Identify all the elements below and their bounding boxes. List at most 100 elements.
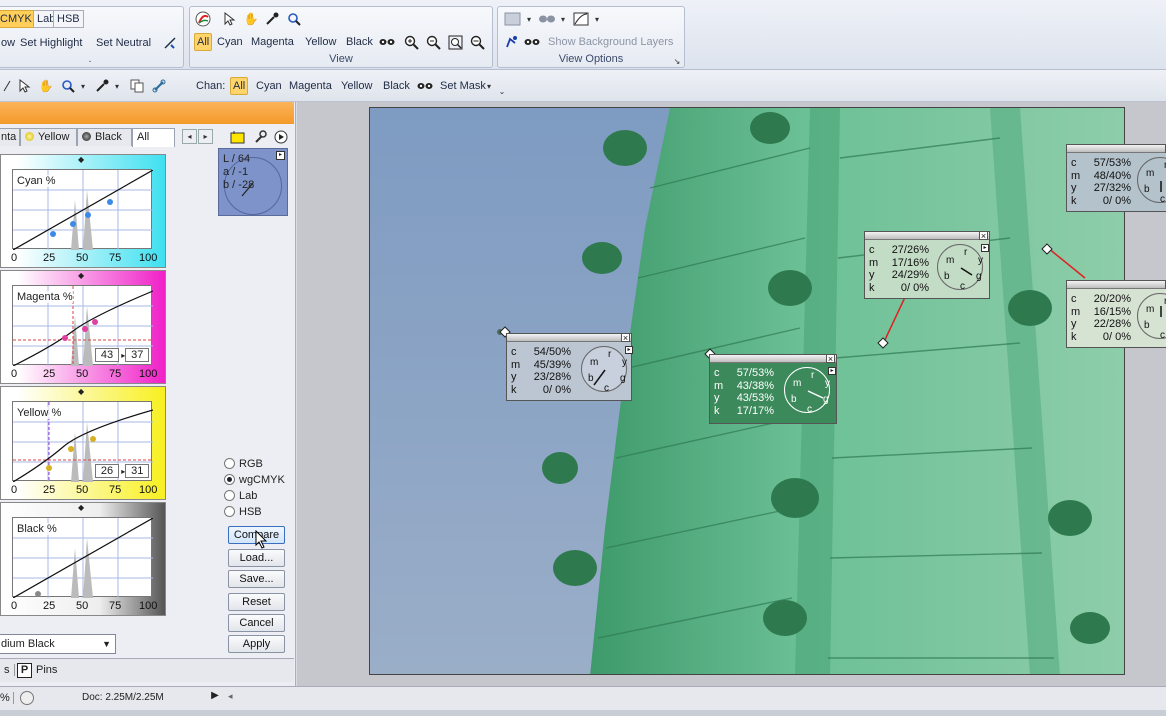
curve-point[interactable] (70, 221, 76, 227)
chan-all[interactable]: All (230, 77, 249, 95)
curve-point[interactable] (90, 436, 96, 442)
curve-input-output[interactable]: 26 ▸ 31 (95, 464, 150, 478)
mask-icon[interactable] (416, 77, 434, 95)
document-status-icon[interactable] (20, 691, 34, 705)
chevron-down-icon[interactable]: ▾ (558, 10, 568, 28)
save-button[interactable]: Save... (228, 570, 285, 588)
dialog-launcher-icon[interactable]: ↘ (672, 56, 682, 66)
readout-title-bar[interactable] (507, 334, 631, 342)
curve-point[interactable] (92, 319, 98, 325)
curve-point[interactable] (62, 335, 68, 341)
link-icon[interactable] (150, 77, 168, 95)
scroll-left-icon[interactable]: ◂ (228, 691, 233, 702)
zoom-actual-icon[interactable] (468, 33, 486, 51)
curve-graph[interactable]: Yellow % 26 ▸ 31 (12, 401, 153, 482)
zoom-fit-icon[interactable] (446, 33, 464, 51)
readout-title-bar[interactable] (1067, 145, 1166, 153)
lab-menu-icon[interactable]: ▸ (276, 151, 285, 160)
curve-graph[interactable]: Magenta % 43 ▸ 37 (12, 285, 153, 366)
view-channel-yellow[interactable]: Yellow (305, 33, 336, 51)
mask-icon[interactable] (523, 33, 541, 51)
sample-pin[interactable] (1041, 243, 1053, 255)
color-readout[interactable]: × c 54/50% m 45/39% y 23/28% k 0/ 0% m r y b c g ▸ (506, 333, 633, 401)
reset-button[interactable]: Reset (228, 593, 285, 611)
color-readout[interactable]: ×c57/53%m48/40%y27/32%k0/ 0%mrybcg▸ (1066, 144, 1166, 212)
curve-point[interactable] (46, 465, 52, 471)
curve-input-value[interactable]: 26 (95, 464, 119, 478)
curve-point[interactable] (50, 231, 56, 237)
close-icon[interactable]: × (826, 354, 835, 364)
chevron-down-icon[interactable]: ▾ (484, 77, 494, 95)
color-readout[interactable]: ×c20/20%m16/15%y22/28%k0/ 0%mrybcg▸ (1066, 280, 1166, 348)
curve-collapse-icon[interactable]: ◆ (78, 504, 84, 512)
readout-menu-icon[interactable]: ▸ (625, 346, 633, 354)
curve-graph[interactable]: Cyan % (12, 169, 153, 250)
pointer-icon[interactable] (502, 33, 520, 51)
tab-scroll-left-icon[interactable]: ◂ (182, 129, 197, 144)
view-channel-black[interactable]: Black (346, 33, 373, 51)
chevron-down-icon[interactable]: ▾ (524, 10, 534, 28)
tab-scroll-right-icon[interactable]: ▸ (198, 129, 213, 144)
cancel-button[interactable]: Cancel (228, 614, 285, 632)
curve-point[interactable] (82, 326, 88, 332)
curve-point[interactable] (35, 591, 41, 597)
set-shadow-button[interactable]: ow (1, 34, 15, 52)
toolbar-overflow-icon[interactable]: ⌄ (497, 82, 507, 100)
eyedropper-icon[interactable] (263, 10, 281, 28)
wrench-icon[interactable] (251, 128, 269, 146)
curve-preview-icon[interactable] (570, 10, 592, 28)
tab-magenta[interactable]: nta (0, 128, 20, 146)
chevron-down-icon[interactable]: ▾ (112, 77, 122, 95)
lasso-icon[interactable] (0, 77, 16, 95)
zoom-value[interactable]: % (0, 692, 14, 704)
chan-yellow[interactable]: Yellow (341, 77, 372, 95)
readout-menu-icon[interactable]: ▸ (828, 367, 836, 375)
curve-point[interactable] (68, 446, 74, 452)
chevron-down-icon[interactable]: ▾ (592, 10, 602, 28)
view-channel-all[interactable]: All (194, 33, 213, 51)
curve-collapse-icon[interactable]: ◆ (78, 156, 84, 164)
load-button[interactable]: Load... (228, 549, 285, 567)
hand-icon[interactable]: ✋ (37, 77, 55, 95)
eyedropper-curve-icon[interactable] (161, 34, 179, 52)
tab-left-partial[interactable]: s (0, 664, 15, 676)
show-background-layers-button[interactable]: Show Background Layers (548, 33, 673, 51)
magnifier-icon[interactable] (285, 10, 303, 28)
view-channel-cyan[interactable]: Cyan (217, 33, 243, 51)
view-channel-magenta[interactable]: Magenta (251, 33, 294, 51)
curve-collapse-icon[interactable]: ◆ (78, 272, 84, 280)
mode-rgb[interactable]: RGB (224, 457, 263, 471)
mode-lab[interactable]: Lab (224, 489, 257, 503)
set-mask-button[interactable]: Set Mask (440, 77, 486, 95)
curve-point[interactable] (85, 212, 91, 218)
mode-hsb[interactable]: HSB (224, 505, 262, 519)
arrow-select-icon[interactable] (220, 10, 238, 28)
close-icon[interactable]: × (979, 231, 988, 241)
eyedropper-icon[interactable] (93, 77, 111, 95)
chan-black[interactable]: Black (383, 77, 410, 95)
magnifier-icon[interactable] (59, 77, 77, 95)
readout-title-bar[interactable] (865, 232, 989, 240)
zoom-out-icon[interactable] (424, 33, 442, 51)
curve-graph[interactable]: Black % (12, 517, 153, 598)
status-menu-icon[interactable]: ▶ (208, 690, 222, 706)
curve-point[interactable] (107, 199, 113, 205)
color-readout[interactable]: × c 57/53% m 43/38% y 43/53% k 17/17% m r y b c g ▸ (709, 354, 837, 424)
chan-magenta[interactable]: Magenta (289, 77, 332, 95)
curve-collapse-icon[interactable]: ◆ (78, 388, 84, 396)
curve-output-value[interactable]: 37 (125, 348, 150, 362)
set-neutral-button[interactable]: Set Neutral (96, 34, 151, 52)
black-generation-dropdown[interactable]: dium Black ▼ (0, 634, 116, 654)
set-highlight-button[interactable]: Set Highlight (20, 34, 82, 52)
hand-icon[interactable]: ✋ (242, 10, 260, 28)
mode-wgcmyk[interactable]: wgCMYK (224, 473, 285, 487)
tab-black[interactable]: Black (77, 128, 132, 146)
tab-yellow[interactable]: Yellow (20, 128, 77, 146)
mask-icon[interactable] (378, 33, 396, 51)
readout-title-bar[interactable] (710, 355, 836, 363)
play-icon[interactable] (272, 128, 290, 146)
chevron-down-icon[interactable]: ▾ (78, 77, 88, 95)
readout-menu-icon[interactable]: ▸ (981, 244, 989, 252)
sample-pin[interactable] (877, 337, 889, 349)
tab-all[interactable]: All (132, 128, 175, 147)
